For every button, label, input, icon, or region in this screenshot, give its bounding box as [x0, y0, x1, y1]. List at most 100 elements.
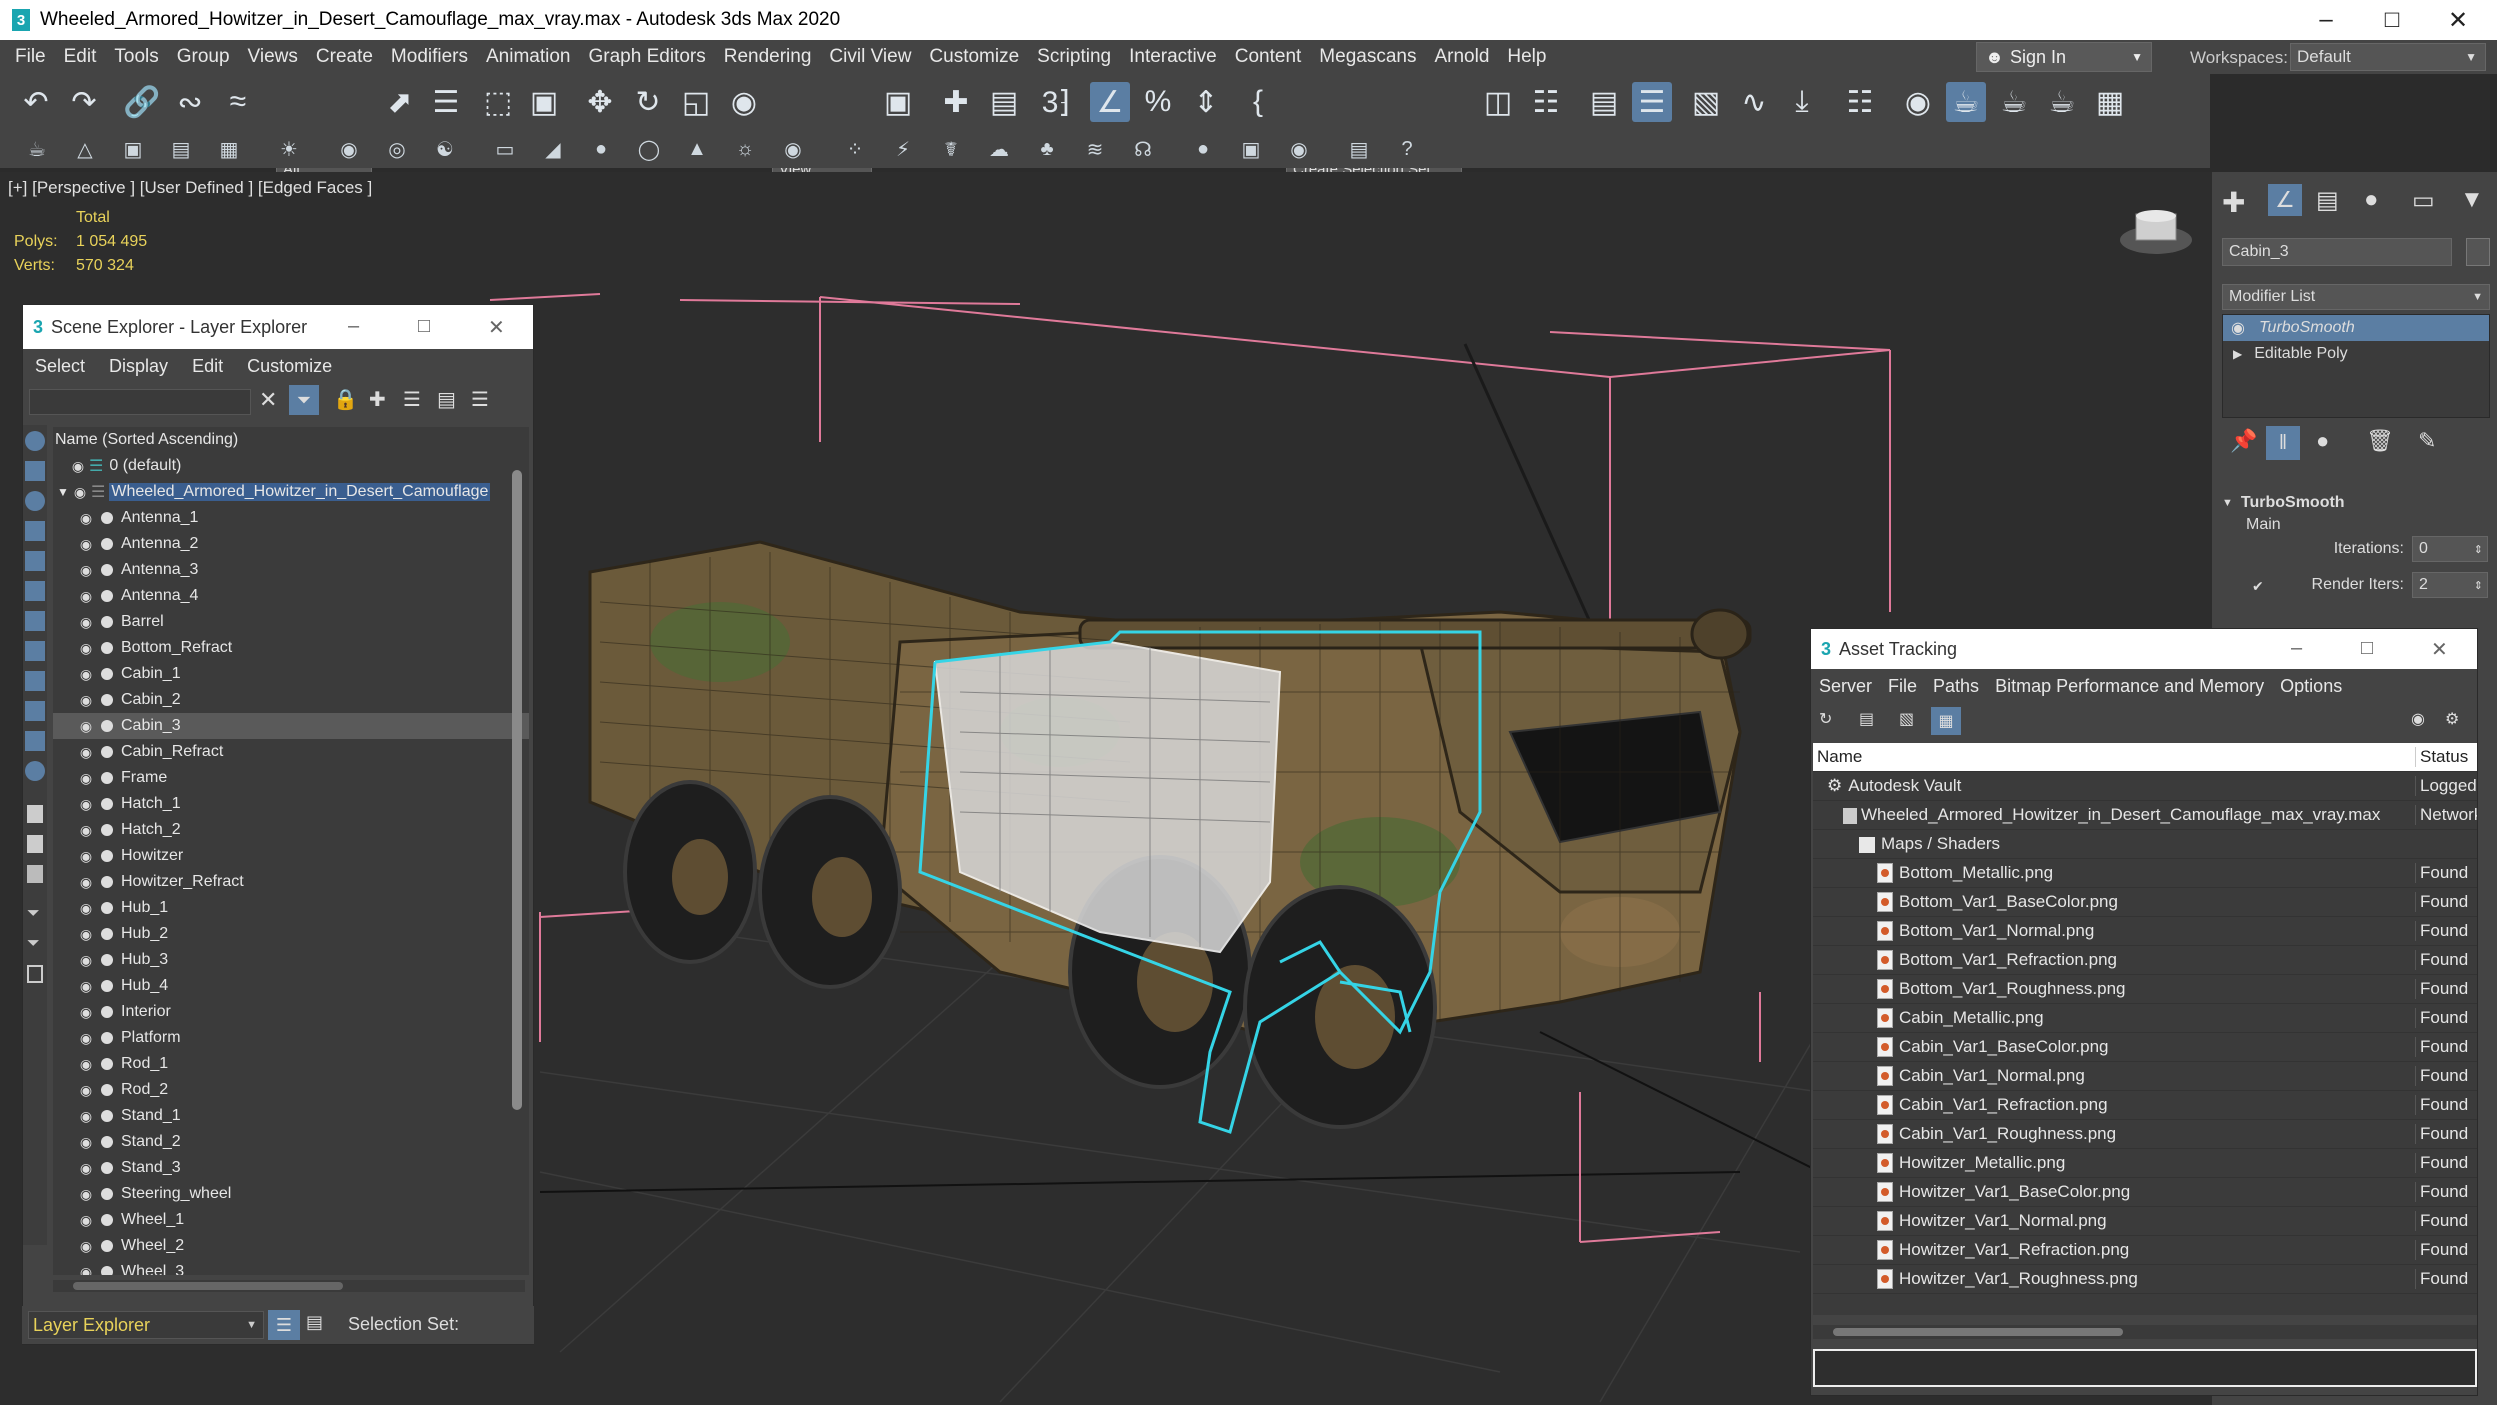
undo-icon[interactable]: ↶: [16, 82, 56, 122]
display-containers-icon[interactable]: [25, 701, 45, 721]
table-row[interactable]: Bottom_Var1_Normal.png Found: [1813, 917, 2477, 946]
expand-arrow-icon[interactable]: ▼: [57, 485, 69, 499]
select-by-name-icon[interactable]: ☰: [426, 82, 466, 122]
render-grid-icon[interactable]: ▦: [2090, 82, 2130, 122]
menu-content[interactable]: Content: [1226, 46, 1311, 68]
sun-icon[interactable]: ☼: [730, 134, 760, 164]
eye-icon[interactable]: ◉: [75, 1004, 97, 1021]
spinner-snap-icon[interactable]: ⇕: [1186, 82, 1226, 122]
hierarchy-tab-icon[interactable]: ▤: [2316, 186, 2339, 215]
table-row[interactable]: Howitzer_Var1_BaseColor.png Found: [1813, 1178, 2477, 1207]
filter-toggle-icon[interactable]: ⏷: [27, 905, 43, 923]
snaps-toggle-icon[interactable]: 3⁆: [1036, 82, 1076, 122]
list-item[interactable]: ◉ Wheel_2: [53, 1233, 529, 1259]
minimize-icon[interactable]: –: [2296, 0, 2356, 40]
eye-icon[interactable]: ◉: [75, 848, 97, 865]
display-none-icon[interactable]: [27, 835, 43, 853]
align-icon[interactable]: ☷: [1526, 82, 1566, 122]
eye-icon[interactable]: ◉: [75, 926, 97, 943]
highlight-icon[interactable]: ◉: [2411, 709, 2425, 729]
eye-icon[interactable]: ◉: [75, 562, 97, 579]
sphere-icon[interactable]: ●: [586, 134, 616, 164]
show-end-result-icon[interactable]: ‖: [2266, 426, 2300, 460]
spinner-arrows-icon[interactable]: ⇕: [2474, 543, 2483, 556]
box-primitive-icon[interactable]: ▭: [490, 134, 520, 164]
menu-views[interactable]: Views: [239, 46, 307, 68]
rollout-header-turbosmooth[interactable]: ▼ TurboSmooth: [2222, 490, 2490, 516]
refresh-icon[interactable]: ↻: [1819, 709, 1832, 729]
list-item[interactable]: ◉ Cabin_2: [53, 687, 529, 713]
list-item[interactable]: ◉ Interior: [53, 999, 529, 1025]
list-item[interactable]: ◉ Stand_2: [53, 1129, 529, 1155]
layer-row-default[interactable]: ◉ ☰ 0 (default): [53, 453, 529, 479]
iterations-spinner[interactable]: 0 ⇕: [2412, 536, 2488, 562]
table-row[interactable]: Cabin_Metallic.png Found: [1813, 1004, 2477, 1033]
pin-stack-icon[interactable]: 📌: [2230, 428, 2257, 454]
list-item[interactable]: ◉ Hatch_1: [53, 791, 529, 817]
close-icon[interactable]: ✕: [2428, 0, 2488, 40]
help-icon[interactable]: ?: [1392, 134, 1422, 164]
list-item[interactable]: ◉ Antenna_4: [53, 583, 529, 609]
torus-icon[interactable]: ◯: [634, 134, 664, 164]
eye-icon[interactable]: ◉: [75, 588, 97, 605]
geosphere-icon[interactable]: ◉: [778, 134, 808, 164]
spinner-arrows-icon[interactable]: ⇕: [2474, 579, 2483, 592]
particle-icon[interactable]: ⁘: [840, 134, 870, 164]
sky-icon[interactable]: ☁: [984, 134, 1014, 164]
table-row[interactable]: Bottom_Var1_Roughness.png Found: [1813, 975, 2477, 1004]
table-row[interactable]: Bottom_Var1_Refraction.png Found: [1813, 946, 2477, 975]
eye-icon[interactable]: ◉: [75, 952, 97, 969]
menu-arnold[interactable]: Arnold: [1425, 46, 1498, 68]
menu-interactive[interactable]: Interactive: [1120, 46, 1226, 68]
list-item[interactable]: ◉ Hatch_2: [53, 817, 529, 843]
list-item[interactable]: ◉ Antenna_3: [53, 557, 529, 583]
eye-icon[interactable]: ◉: [75, 614, 97, 631]
display-shapes-icon[interactable]: [25, 461, 45, 481]
list-item[interactable]: ◉ Frame: [53, 765, 529, 791]
list-item[interactable]: ◉ Cabin_1: [53, 661, 529, 687]
stack-item-turbosmooth[interactable]: ◉ TurboSmooth: [2223, 315, 2489, 341]
rendered-frame-icon[interactable]: ☕: [1994, 82, 2034, 122]
teapot-icon[interactable]: ☕: [22, 134, 52, 164]
list-item[interactable]: ◉ Hub_3: [53, 947, 529, 973]
dynamics-icon[interactable]: ⚡: [888, 134, 918, 164]
viewport-label[interactable]: [+] [Perspective ] [User Defined ] [Edge…: [8, 178, 372, 198]
bone-icon[interactable]: ☤: [936, 134, 966, 164]
dope-sheet-icon[interactable]: ⤓: [1782, 82, 1822, 122]
display-bones-icon[interactable]: [25, 671, 45, 691]
display-lights-icon[interactable]: [25, 491, 45, 511]
settings-icon[interactable]: ⚙: [2445, 709, 2459, 729]
menu-tools[interactable]: Tools: [105, 46, 167, 68]
search-input[interactable]: [29, 389, 251, 415]
rectangular-selection-icon[interactable]: ⬚: [478, 82, 518, 122]
menu-display[interactable]: Display: [97, 356, 180, 377]
ribbon-icon[interactable]: ▧: [1686, 82, 1726, 122]
table-row[interactable]: Cabin_Var1_Refraction.png Found: [1813, 1091, 2477, 1120]
table-row[interactable]: Cabin_Var1_Roughness.png Found: [1813, 1120, 2477, 1149]
selection-sets-icon[interactable]: [27, 965, 43, 983]
container-icon[interactable]: ▤: [166, 134, 196, 164]
list-item[interactable]: ◉ Rod_1: [53, 1051, 529, 1077]
window-crossing-icon[interactable]: ▣: [524, 82, 564, 122]
configure-sets-icon[interactable]: ✎: [2418, 428, 2436, 454]
list-item[interactable]: ◉ Barrel: [53, 609, 529, 635]
eye-icon[interactable]: ◉: [75, 796, 97, 813]
display-warps-icon[interactable]: [25, 581, 45, 601]
menu-select[interactable]: Select: [23, 356, 97, 377]
close-icon[interactable]: ✕: [488, 315, 505, 340]
grid-tool-icon[interactable]: ▦: [214, 134, 244, 164]
scale-icon[interactable]: ◱: [676, 82, 716, 122]
eye-icon[interactable]: ◉: [75, 640, 97, 657]
make-unique-icon[interactable]: ●: [2316, 428, 2329, 454]
horizontal-scrollbar[interactable]: [53, 1280, 525, 1292]
minimize-icon[interactable]: –: [348, 315, 359, 338]
menu-create[interactable]: Create: [307, 46, 382, 68]
eye-icon[interactable]: ◉: [75, 718, 97, 735]
menu-options[interactable]: Options: [2272, 676, 2350, 697]
list-item[interactable]: ◉ Stand_3: [53, 1155, 529, 1181]
menu-paths[interactable]: Paths: [1925, 676, 1987, 697]
menu-rendering[interactable]: Rendering: [715, 46, 821, 68]
close-icon[interactable]: ✕: [2431, 637, 2448, 662]
layer-explorer-icon[interactable]: ☰: [1632, 82, 1672, 122]
maximize-icon[interactable]: □: [2362, 0, 2422, 40]
